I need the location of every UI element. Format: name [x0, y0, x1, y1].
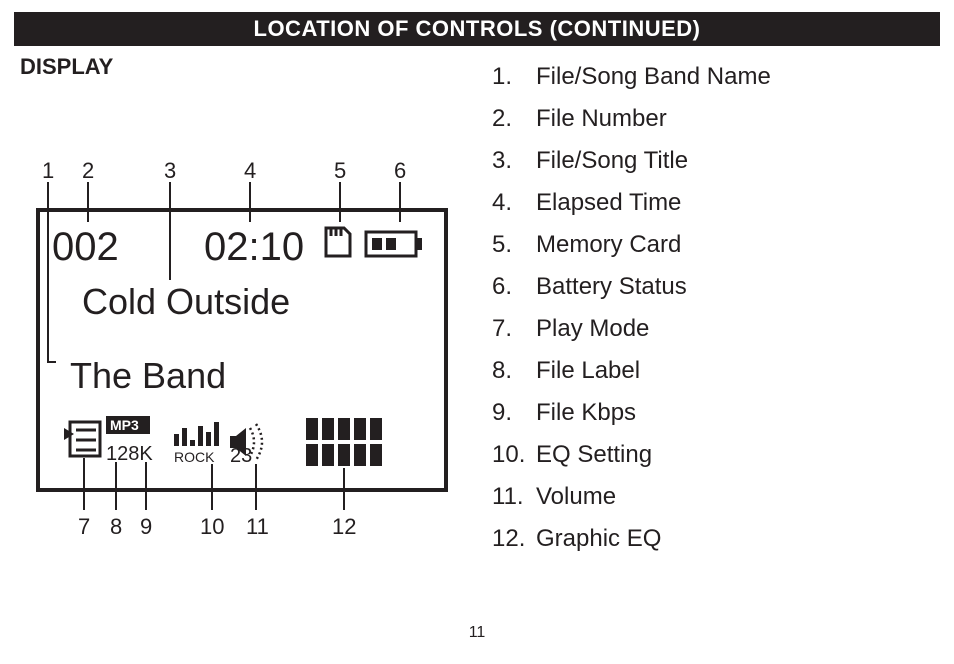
legend-text: EQ Setting: [536, 434, 652, 476]
song-title: Cold Outside: [82, 281, 290, 322]
callout-bottom-8: 8: [110, 514, 122, 539]
legend-number: 6.: [492, 266, 536, 308]
legend-text: File/Song Title: [536, 140, 688, 182]
callout-bottom-12: 12: [332, 514, 356, 539]
legend-list: 1.File/Song Band Name 2.File Number 3.Fi…: [492, 56, 771, 560]
legend-number: 7.: [492, 308, 536, 350]
legend-number: 4.: [492, 182, 536, 224]
legend-number: 3.: [492, 140, 536, 182]
list-item: 6.Battery Status: [492, 266, 771, 308]
play-mode-icon: [64, 422, 100, 456]
callout-top-3: 3: [164, 158, 176, 183]
legend-text: Battery Status: [536, 266, 687, 308]
callout-bottom-9: 9: [140, 514, 152, 539]
callout-top-6: 6: [394, 158, 406, 183]
legend-text: File/Song Band Name: [536, 56, 771, 98]
display-diagram: 1 2 3 4 5 6 002 02:10 Cold Outside: [34, 150, 454, 550]
list-item: 10.EQ Setting: [492, 434, 771, 476]
mini-eq-icon: [174, 422, 219, 446]
legend-number: 2.: [492, 98, 536, 140]
kbps: 128K: [106, 443, 153, 465]
legend-text: Graphic EQ: [536, 518, 661, 560]
leader-lines-bottom: [84, 458, 344, 510]
volume: 23: [230, 445, 252, 467]
elapsed-time: 02:10: [204, 225, 304, 269]
memory-card-icon: [326, 228, 350, 256]
legend-number: 9.: [492, 392, 536, 434]
list-item: 2.File Number: [492, 98, 771, 140]
eq-setting: ROCK: [174, 449, 215, 465]
graphic-eq-icon: [306, 418, 382, 466]
callout-bottom-11: 11: [246, 514, 269, 539]
file-number: 002: [52, 225, 119, 269]
list-item: 12.Graphic EQ: [492, 518, 771, 560]
legend-number: 10.: [492, 434, 536, 476]
callout-top-4: 4: [244, 158, 256, 183]
list-item: 11.Volume: [492, 476, 771, 518]
file-label-text: MP3: [110, 417, 139, 433]
legend-text: Elapsed Time: [536, 182, 681, 224]
legend-text: File Label: [536, 350, 640, 392]
page-number: 11: [0, 624, 954, 642]
section-label: DISPLAY: [20, 54, 113, 80]
callout-top-2: 2: [82, 158, 94, 183]
list-item: 1.File/Song Band Name: [492, 56, 771, 98]
legend-text: Memory Card: [536, 224, 681, 266]
file-label-badge: MP3: [106, 416, 150, 434]
legend-text: Play Mode: [536, 308, 649, 350]
band-name: The Band: [70, 355, 226, 396]
legend-text: Volume: [536, 476, 616, 518]
callout-top-5: 5: [334, 158, 346, 183]
legend-number: 12.: [492, 518, 536, 560]
list-item: 5.Memory Card: [492, 224, 771, 266]
battery-icon: [366, 232, 422, 256]
legend-number: 11.: [492, 476, 536, 518]
list-item: 7.Play Mode: [492, 308, 771, 350]
list-item: 3.File/Song Title: [492, 140, 771, 182]
legend-number: 1.: [492, 56, 536, 98]
callout-bottom-10: 10: [200, 514, 224, 539]
legend-number: 8.: [492, 350, 536, 392]
callout-bottom-7: 7: [78, 514, 90, 539]
page-title-bar: LOCATION OF CONTROLS (CONTINUED): [14, 12, 940, 46]
list-item: 4.Elapsed Time: [492, 182, 771, 224]
list-item: 9.File Kbps: [492, 392, 771, 434]
legend-text: File Number: [536, 98, 667, 140]
callout-top-1: 1: [42, 158, 54, 183]
legend-number: 5.: [492, 224, 536, 266]
list-item: 8.File Label: [492, 350, 771, 392]
page-title-text: LOCATION OF CONTROLS (CONTINUED): [254, 16, 701, 41]
legend-text: File Kbps: [536, 392, 636, 434]
